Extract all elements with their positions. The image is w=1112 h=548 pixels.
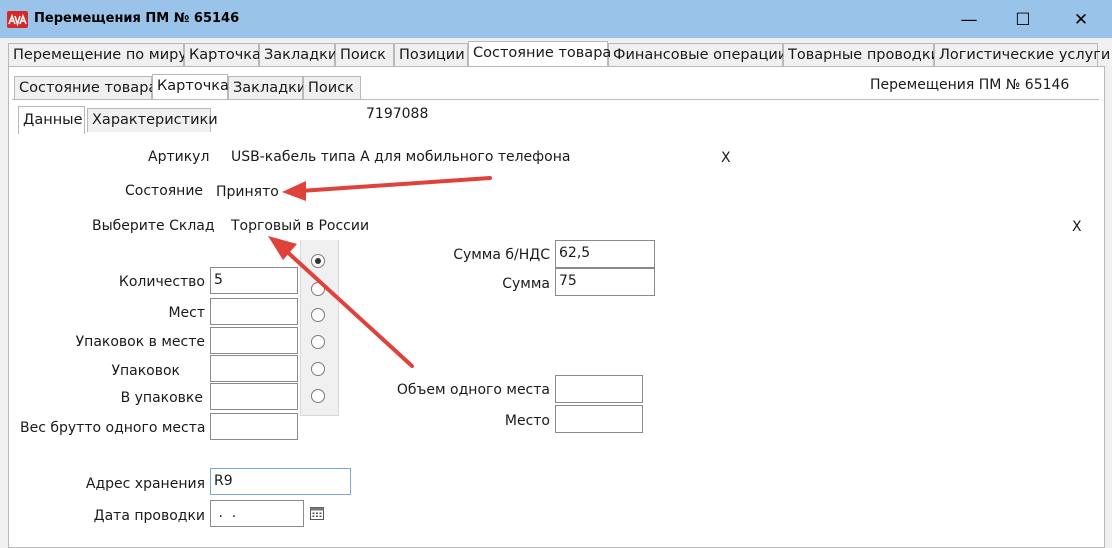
arrow-to-state [282, 176, 492, 201]
arrow-to-warehouse [268, 236, 414, 368]
subtab-kartochka[interactable]: Карточка [152, 74, 229, 99]
innertab-dannye[interactable]: Данные [18, 106, 85, 134]
tab-sostoyanie-tovara[interactable]: Состояние товара [468, 41, 611, 66]
